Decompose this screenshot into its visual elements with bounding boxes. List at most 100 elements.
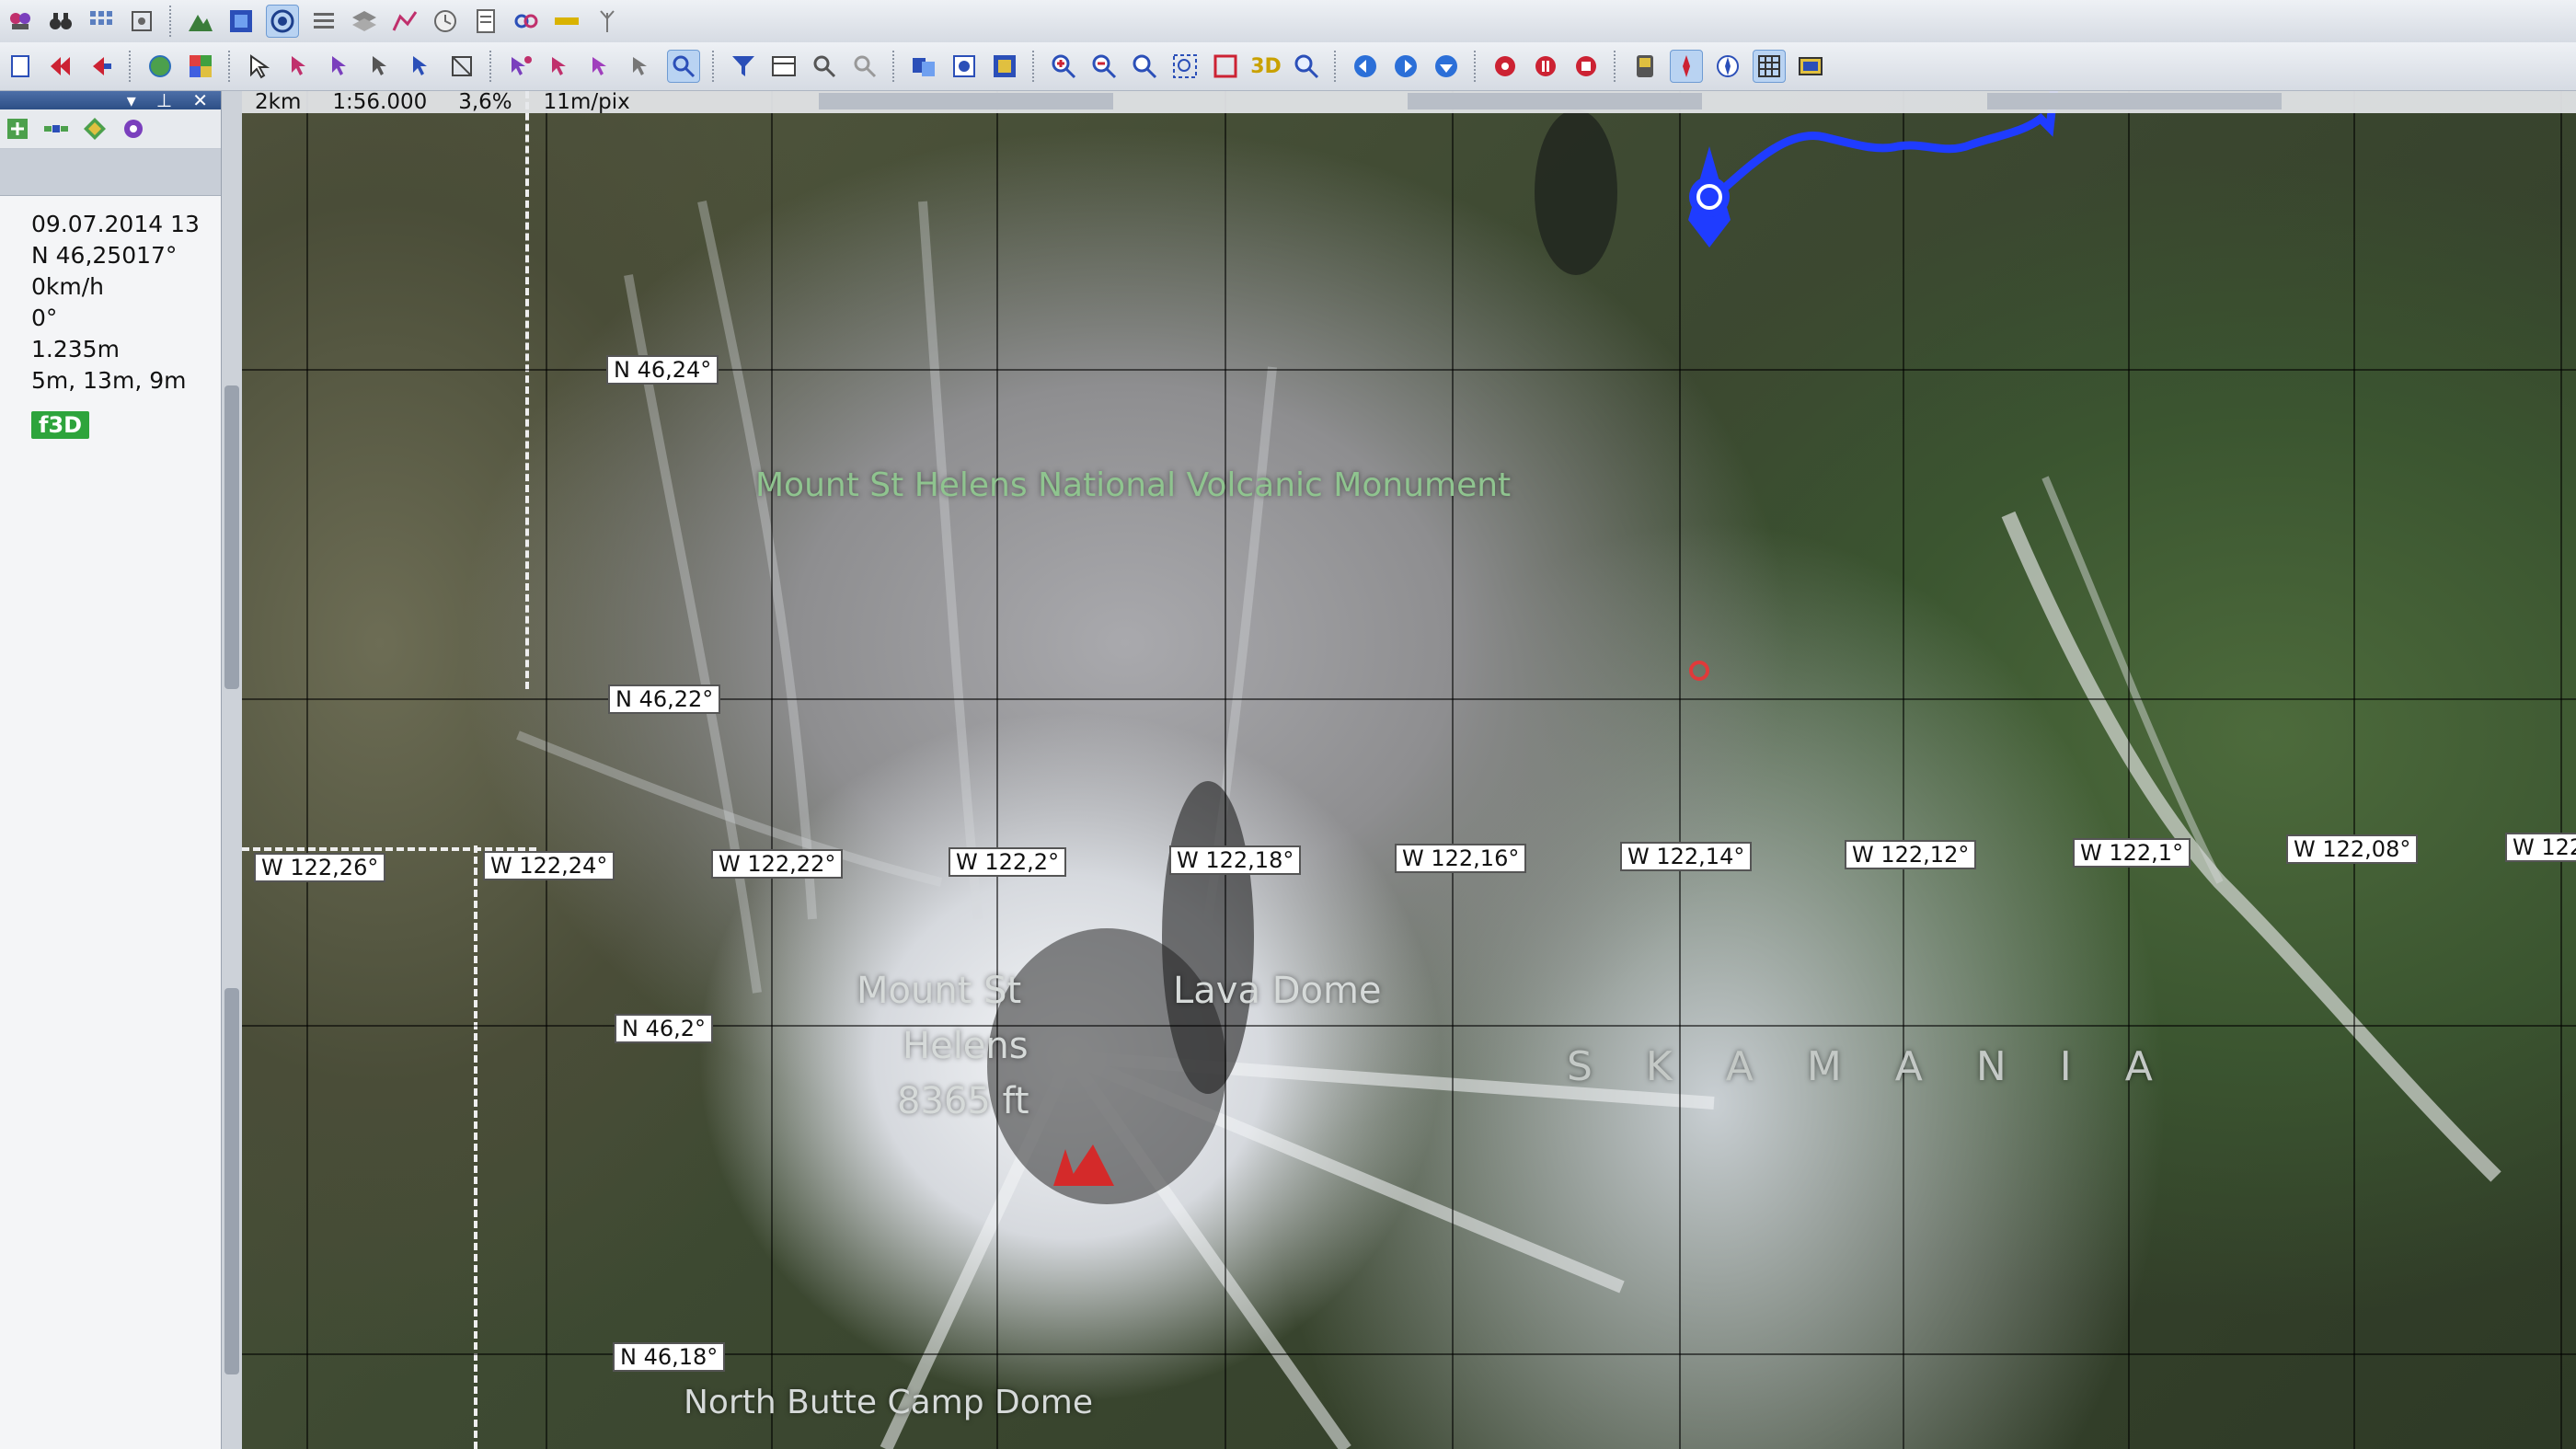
toolbar-separator [892, 51, 896, 82]
list-icon[interactable] [308, 6, 339, 37]
zoom-out-icon[interactable] [1088, 51, 1120, 82]
document-icon[interactable] [470, 6, 501, 37]
back-icon[interactable] [86, 51, 117, 82]
latitude-label: N 46,2° [615, 1014, 714, 1043]
find-icon[interactable] [809, 51, 840, 82]
info-panel: ▾ ⊥ ✕ 09.07.2014 13 N 46,25017° 0km/h 0°… [0, 89, 224, 1449]
back-red-icon[interactable] [45, 51, 76, 82]
grid-select-icon[interactable] [86, 6, 117, 37]
zoom-actual-icon[interactable] [1129, 51, 1160, 82]
magnify-icon[interactable] [1291, 51, 1322, 82]
add-waypoint-icon[interactable] [4, 115, 31, 143]
pin-icon[interactable]: ⊥ [156, 89, 172, 111]
target-icon[interactable] [266, 5, 299, 38]
panel-header-strip [0, 149, 221, 196]
edit-area-icon[interactable] [627, 51, 658, 82]
longitude-label: W 122,2° [949, 847, 1067, 877]
ruler-icon[interactable] [551, 6, 582, 37]
arrow-back-icon[interactable] [1350, 51, 1381, 82]
select-area-icon[interactable] [406, 51, 437, 82]
view-3d-button[interactable]: 3D [1250, 51, 1282, 82]
horizontal-scroll-segment[interactable] [1408, 93, 1702, 109]
panel-scrollbar[interactable] [222, 91, 242, 1449]
grid-icon[interactable] [1753, 50, 1786, 83]
stop-track-icon[interactable] [1570, 51, 1602, 82]
zoom-in-icon[interactable] [1048, 51, 1079, 82]
gps-icon[interactable] [126, 6, 157, 37]
find-next-icon[interactable] [849, 51, 880, 82]
settings-icon[interactable] [120, 115, 147, 143]
map-legend-icon[interactable] [1795, 51, 1826, 82]
satellite-icon[interactable] [42, 115, 70, 143]
navigate-icon[interactable] [81, 115, 109, 143]
gps-accuracy: 5m, 13m, 9m [31, 367, 187, 394]
toolbar-separator [228, 51, 232, 82]
search-tool-icon[interactable] [667, 50, 700, 83]
compass-icon[interactable] [1712, 51, 1743, 82]
county-label: S K A M A N I A [1567, 1043, 2173, 1090]
toolbar-separator [1474, 51, 1478, 82]
scrollbar-thumb[interactable] [224, 385, 239, 689]
current-position-icon[interactable] [1688, 146, 1731, 247]
north-butte-label: North Butte Camp Dome [684, 1384, 1093, 1421]
select-icon[interactable] [244, 51, 275, 82]
horizontal-scroll-segment[interactable] [819, 93, 1113, 109]
longitude-label: W 122,24° [483, 851, 615, 880]
layers-icon[interactable] [349, 6, 380, 37]
pause-track-icon[interactable] [1530, 51, 1561, 82]
map-compare-icon[interactable] [949, 51, 980, 82]
latitude-label: N 46,22° [608, 684, 721, 714]
antenna-icon[interactable] [592, 6, 623, 37]
arrow-down-icon[interactable] [1431, 51, 1462, 82]
mountain-icon[interactable] [185, 6, 216, 37]
compass-tool-icon[interactable] [1670, 50, 1703, 83]
binoculars-icon[interactable] [45, 6, 76, 37]
link-map-icon[interactable] [908, 51, 939, 82]
waypoint-marker-icon[interactable] [1689, 661, 1709, 681]
link-icon[interactable] [511, 6, 542, 37]
horizontal-scroll-segment[interactable] [1987, 93, 2282, 109]
filter-icon[interactable] [728, 51, 759, 82]
peak-marker-icon [1065, 1144, 1114, 1186]
table-icon[interactable] [768, 51, 799, 82]
edit-waypoint-icon[interactable] [505, 51, 536, 82]
globe-icon[interactable] [144, 51, 176, 82]
clock-icon[interactable] [430, 6, 461, 37]
select-track-icon[interactable] [365, 51, 397, 82]
peak-elevation-label: 8365 ft [897, 1080, 1029, 1122]
map-color-icon[interactable] [185, 51, 216, 82]
gps-altitude: 1.235m [31, 336, 120, 362]
gps-device-icon[interactable] [1629, 51, 1661, 82]
zoom-fit-icon[interactable] [1169, 51, 1201, 82]
edit-track-icon[interactable] [586, 51, 617, 82]
zoom-window-icon[interactable] [1210, 51, 1241, 82]
select-waypoint-icon[interactable] [284, 51, 316, 82]
peak-name-label: Helens [903, 1025, 1029, 1067]
map-toolbar: 3D [0, 42, 2576, 91]
map-view[interactable]: N 46,24° N 46,22° N 46,2° N 46,18° W 122… [242, 91, 2576, 1449]
dropdown-icon[interactable]: ▾ [127, 89, 136, 111]
toolbar-separator [712, 51, 716, 82]
document-icon[interactable] [5, 51, 36, 82]
split-icon[interactable] [446, 51, 477, 82]
select-route-icon[interactable] [325, 51, 356, 82]
toolbar-separator [1032, 51, 1036, 82]
close-icon[interactable]: ✕ [192, 89, 208, 111]
map-overlay-icon[interactable] [989, 51, 1020, 82]
track-layer [1053, 91, 2058, 1186]
longitude-label: W 122,26° [254, 853, 386, 882]
record-track-icon[interactable] [1489, 51, 1521, 82]
lava-dome-label: Lava Dome [1173, 970, 1382, 1012]
latitude-label: N 46,24° [606, 355, 719, 385]
edit-route-icon[interactable] [546, 51, 577, 82]
toolbar-separator [489, 51, 493, 82]
panel-toolbar [0, 109, 221, 149]
map-layer-icon[interactable] [225, 6, 257, 37]
longitude-label: W 122,14° [1620, 842, 1753, 871]
gps-latitude: N 46,25017° [31, 242, 178, 269]
scrollbar-thumb[interactable] [224, 988, 239, 1374]
route-edit-icon[interactable] [389, 6, 420, 37]
waypoint-icon[interactable] [5, 6, 36, 37]
arrow-forward-icon[interactable] [1390, 51, 1421, 82]
peak-name-label: Mount St [857, 970, 1022, 1012]
